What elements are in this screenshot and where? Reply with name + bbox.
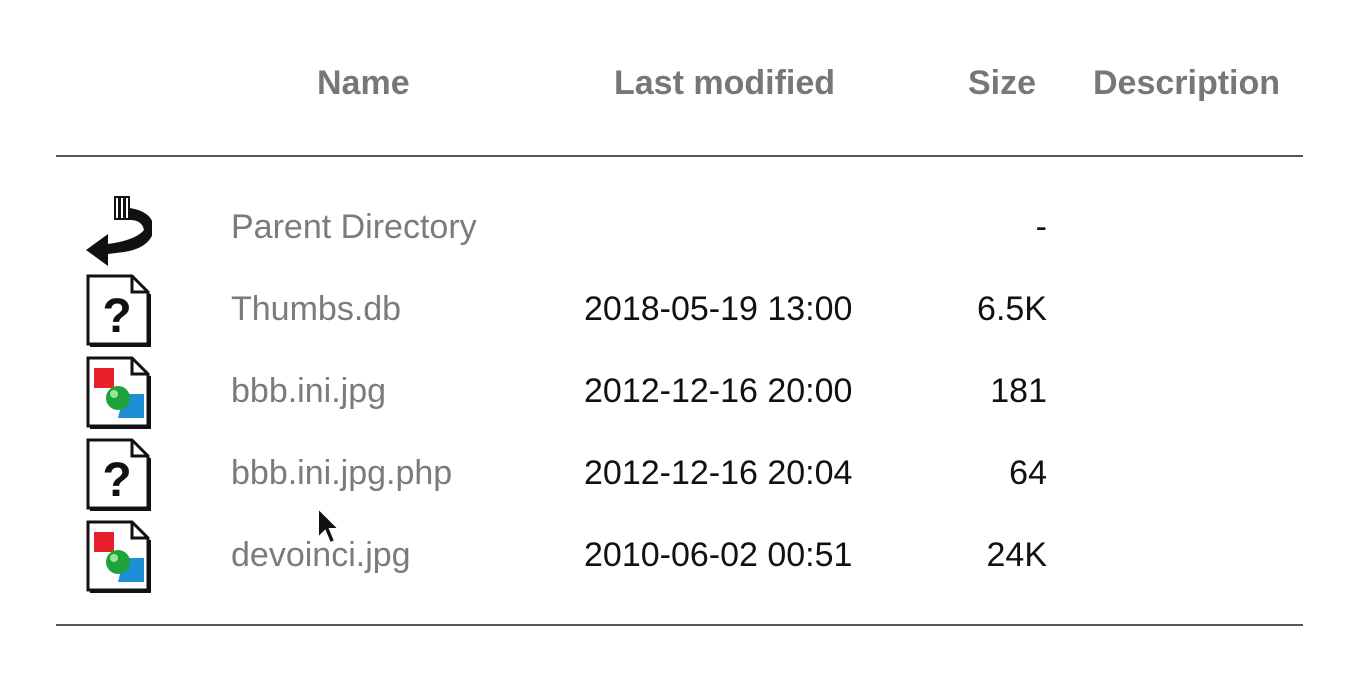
table-row: bbb.ini.jpg 2012-12-16 20:00 181 (0, 350, 1372, 432)
last-modified-cell: 2012-12-16 20:00 (584, 372, 853, 410)
column-header-last-modified[interactable]: Last modified (614, 60, 835, 106)
mouse-cursor-icon (316, 505, 342, 546)
unknown-file-icon: ? (84, 436, 152, 512)
svg-text:?: ? (102, 454, 131, 507)
image-file-icon (84, 518, 152, 594)
table-row: ? bbb.ini.jpg.php 2012-12-16 20:04 64 (0, 432, 1372, 514)
svg-text:?: ? (102, 290, 131, 343)
last-modified-cell: 2010-06-02 00:51 (584, 536, 853, 574)
table-row: devoinci.jpg 2010-06-02 00:51 24K (0, 514, 1372, 596)
back-arrow-icon (84, 190, 154, 266)
size-cell: - (1035, 208, 1047, 246)
header-divider (56, 155, 1303, 157)
size-cell: 181 (990, 372, 1047, 410)
last-modified-cell: 2018-05-19 13:00 (584, 290, 853, 328)
last-modified-cell: 2012-12-16 20:04 (584, 454, 853, 492)
size-cell: 64 (1009, 454, 1047, 492)
column-header-description[interactable]: Description (1093, 60, 1280, 106)
size-cell: 24K (986, 536, 1048, 574)
table-row: Parent Directory - (0, 186, 1372, 268)
file-link[interactable]: bbb.ini.jpg (231, 368, 386, 414)
directory-listing: Name Last modified Size Description Pare… (0, 0, 1372, 690)
table-row: ? Thumbs.db 2018-05-19 13:00 6.5K (0, 268, 1372, 350)
file-link[interactable]: bbb.ini.jpg.php (231, 450, 452, 496)
size-cell: 6.5K (977, 290, 1047, 328)
unknown-file-icon: ? (84, 272, 152, 348)
column-header-name[interactable]: Name (317, 60, 410, 106)
file-link[interactable]: Thumbs.db (231, 286, 401, 332)
image-file-icon (84, 354, 152, 430)
column-header-size[interactable]: Size (968, 60, 1036, 106)
footer-divider (56, 624, 1303, 626)
file-link-parent-directory[interactable]: Parent Directory (231, 204, 477, 250)
